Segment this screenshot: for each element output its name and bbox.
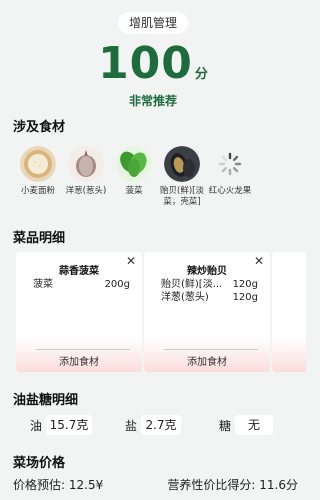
- osl-section-title: 油盐糖明细: [13, 393, 79, 408]
- score-unit: 分: [194, 67, 208, 82]
- dish-name: 辣炒贻贝: [187, 266, 227, 277]
- oil-value: 15.7克: [46, 415, 93, 435]
- ingredient-item[interactable]: 小麦面粉: [14, 146, 62, 216]
- divider: [36, 349, 130, 350]
- onion-icon: [68, 146, 104, 182]
- dish-card: ✕ 辣炒贻贝 贻贝(鲜)[淡... 120g 洋葱(葱头) 120g 添加食材: [144, 252, 270, 372]
- score-value: 100: [98, 38, 193, 89]
- sugar-label: 糖: [219, 418, 232, 433]
- dish-ingredient-qty: 200g: [104, 279, 130, 290]
- dish-card-list[interactable]: ✕ 蒜香菠菜 菠菜 200g 添加食材 ✕ 辣炒贻贝 贻贝(鲜)[淡... 12…: [10, 252, 306, 376]
- dish-ingredient-row: 洋葱(葱头) 120g: [161, 291, 258, 304]
- price-section-title: 菜场价格: [13, 456, 66, 471]
- dish-ingredient-qty: 120g: [232, 292, 258, 303]
- value-score: 营养性价比得分: 11.6分: [167, 478, 298, 492]
- ingredient-list: 小麦面粉 洋葱(葱头) 菠菜 贻贝(鲜)[淡菜，壳菜] 红心火龙果: [14, 146, 306, 216]
- dish-ingredient-name: 菠菜: [33, 279, 53, 290]
- dish-ingredient-row: 菠菜 200g: [33, 278, 130, 291]
- add-ingredient-button[interactable]: 添加食材: [16, 353, 142, 368]
- score-verdict: 非常推荐: [128, 94, 177, 108]
- dish-ingredient-row: 贻贝(鲜)[淡... 120g: [161, 278, 258, 291]
- salt-value: 2.7克: [141, 415, 182, 435]
- dish-ingredient-rows: 菠菜 200g: [33, 278, 130, 291]
- oil-item: 油 15.7克: [30, 414, 93, 436]
- ingredient-item[interactable]: 贻贝(鲜)[淡菜，壳菜]: [158, 146, 206, 216]
- dish-ingredient-qty: 120g: [232, 279, 258, 290]
- price-estimate: 价格预估: 12.5¥: [13, 478, 104, 492]
- dish-ingredient-rows: 贻贝(鲜)[淡... 120g 洋葱(葱头) 120g: [161, 278, 258, 304]
- score-display: 100 分: [0, 38, 306, 89]
- ingredient-item[interactable]: 洋葱(葱头): [62, 146, 110, 216]
- spinach-icon: [116, 146, 152, 182]
- dish-card-partial: [272, 252, 306, 372]
- dish-name: 蒜香菠菜: [59, 266, 99, 277]
- card-gradient: [272, 338, 306, 372]
- ingredient-label: 红心火龙果: [208, 186, 252, 196]
- divider: [164, 349, 258, 350]
- dish-ingredient-name: 贻贝(鲜)[淡...: [161, 279, 223, 290]
- salt-item: 盐 2.7克: [125, 414, 182, 436]
- ingredient-item[interactable]: 菠菜: [110, 146, 158, 216]
- flour-icon: [20, 146, 56, 182]
- ingredients-section-title: 涉及食材: [13, 120, 66, 135]
- mussel-icon: [164, 146, 200, 182]
- dish-card: ✕ 蒜香菠菜 菠菜 200g 添加食材: [16, 252, 142, 372]
- recipe-score-page: 增肌管理 100 分 非常推荐 涉及食材 小麦面粉 洋葱(葱头) 菠菜 贻贝(鲜…: [0, 0, 306, 500]
- osl-row: 油 15.7克 盐 2.7克 糖 无: [0, 414, 306, 436]
- dishes-section-title: 菜品明细: [13, 231, 66, 246]
- category-tag: 增肌管理: [118, 12, 188, 34]
- sugar-item: 糖 无: [219, 414, 274, 436]
- dish-ingredient-name: 洋葱(葱头): [161, 292, 209, 303]
- sugar-value: 无: [235, 415, 274, 435]
- ingredient-item[interactable]: 红心火龙果: [206, 146, 254, 216]
- oil-label: 油: [30, 418, 43, 433]
- loading-spinner-icon: [212, 146, 248, 182]
- add-ingredient-button[interactable]: 添加食材: [144, 353, 270, 368]
- salt-label: 盐: [125, 418, 138, 433]
